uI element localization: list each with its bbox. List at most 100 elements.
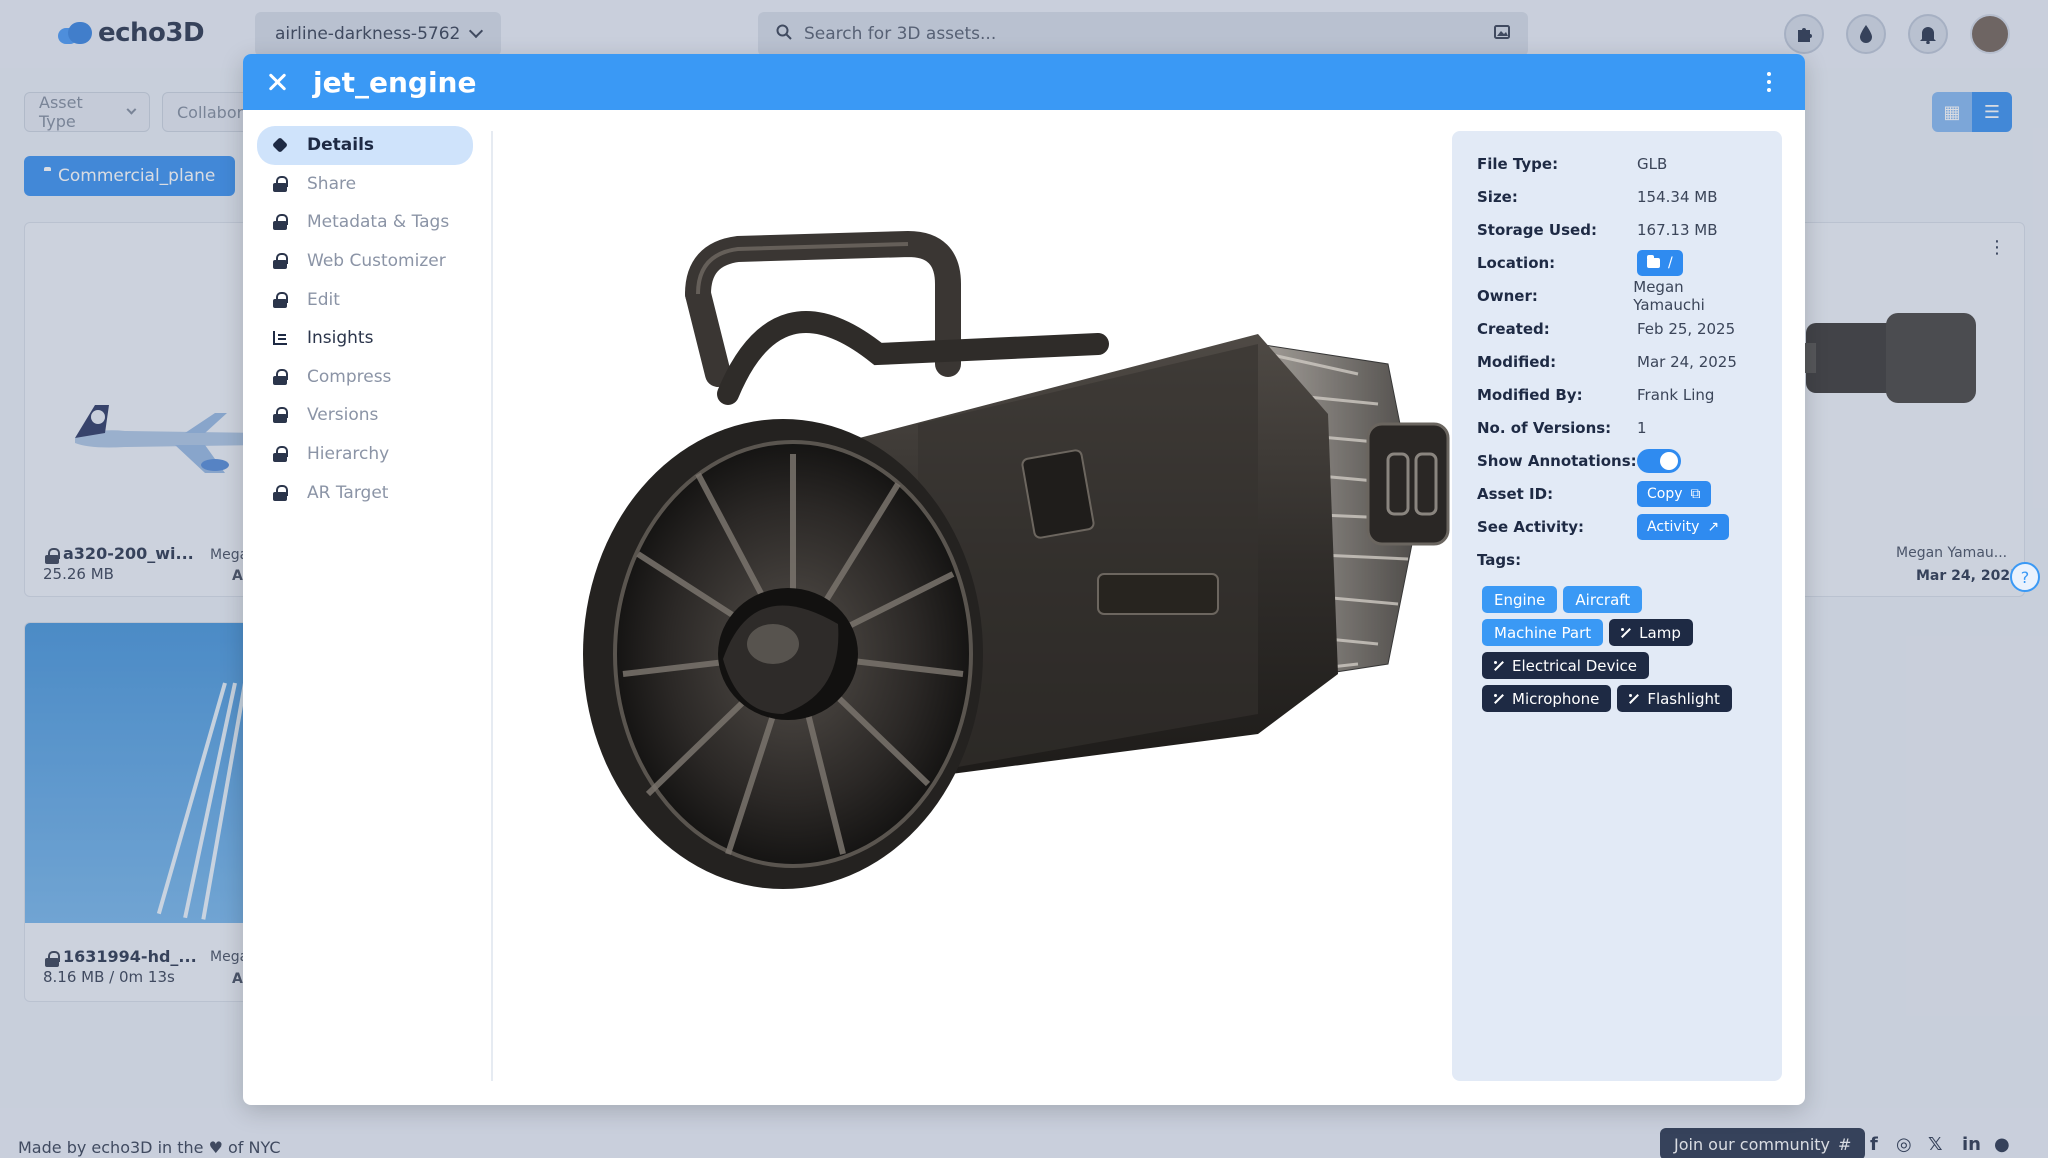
detail-value: Mar 24, 2025 [1637, 352, 1737, 371]
sidebar-item-label: AR Target [307, 482, 389, 503]
sidebar-item-share[interactable]: Share [257, 165, 473, 204]
more-options-icon[interactable] [1767, 72, 1771, 92]
detail-value: GLB [1637, 154, 1668, 173]
detail-value: Feb 25, 2025 [1637, 319, 1736, 338]
tag-label: Machine Part [1494, 623, 1592, 642]
detail-label: No. of Versions: [1477, 418, 1612, 437]
detail-value: Frank Ling [1637, 385, 1715, 404]
lock-icon [273, 484, 288, 501]
detail-label: File Type: [1477, 154, 1559, 173]
tag-label: Aircraft [1575, 590, 1631, 609]
copy-icon: ⧉ [1690, 485, 1701, 502]
tag-label: Engine [1494, 590, 1546, 609]
sidebar-item-label: Insights [307, 328, 374, 349]
lock-icon [273, 291, 288, 308]
details-panel: File Type: GLB Size: 154.34 MB Storage U… [1452, 131, 1782, 1081]
copy-label: Copy [1647, 485, 1683, 502]
detail-label: Modified: [1477, 352, 1557, 371]
sidebar-item-versions[interactable]: Versions [257, 396, 473, 435]
tag-chip[interactable]: Machine Part [1482, 619, 1604, 646]
activity-label: Activity [1647, 518, 1700, 535]
detail-value: 1 [1637, 418, 1647, 437]
sidebar-item-ar-target[interactable]: AR Target [257, 473, 473, 512]
detail-value: 154.34 MB [1637, 187, 1718, 206]
tag-chip[interactable]: Aircraft [1563, 586, 1643, 613]
sidebar-item-label: Share [307, 173, 357, 194]
modal-title: jet_engine [313, 65, 477, 99]
detail-label: Modified By: [1477, 385, 1583, 404]
lock-icon [273, 175, 288, 192]
detail-value: 167.13 MB [1637, 220, 1718, 239]
detail-size: Size: 154.34 MB [1477, 180, 1757, 213]
sidebar-item-details[interactable]: Details [257, 126, 473, 165]
tag-label: Microphone [1512, 689, 1600, 708]
detail-value: Megan Yamauchi [1633, 277, 1705, 314]
magic-wand-icon [1494, 660, 1504, 671]
activity-button[interactable]: Activity ↗ [1637, 513, 1730, 540]
lock-icon [273, 214, 288, 231]
detail-label: Created: [1477, 319, 1550, 338]
sidebar-item-label: Metadata & Tags [307, 212, 450, 233]
lock-icon [273, 368, 288, 385]
sidebar-divider [491, 131, 493, 1081]
location-path: / [1668, 254, 1673, 271]
ai-tag-chip[interactable]: Microphone [1482, 685, 1612, 712]
copy-asset-id-button[interactable]: Copy ⧉ [1637, 480, 1711, 507]
detail-modified-by: Modified By: Frank Ling [1477, 378, 1757, 411]
detail-label: Tags: [1477, 550, 1522, 569]
help-icon[interactable]: ? [2010, 562, 2040, 592]
detail-asset-id: Asset ID: Copy ⧉ [1477, 477, 1757, 510]
lock-icon [273, 253, 288, 270]
detail-label: Show Annotations: [1477, 451, 1637, 470]
chart-icon [273, 331, 287, 346]
lock-icon [273, 446, 288, 463]
tag-label: Electrical Device [1512, 656, 1638, 675]
folder-icon [1647, 254, 1660, 268]
magic-wand-icon [1629, 693, 1639, 704]
sidebar-item-hierarchy[interactable]: Hierarchy [257, 435, 473, 474]
detail-tags: Tags: [1477, 543, 1757, 576]
sidebar-item-label: Compress [307, 366, 392, 387]
detail-label: Location: [1477, 253, 1556, 272]
detail-owner: Owner: Megan Yamauchi [1477, 277, 1757, 314]
tag-chip[interactable]: Engine [1482, 586, 1558, 613]
detail-label: Size: [1477, 187, 1518, 206]
modal-sidebar: Details Share Metadata & Tags Web Custom… [257, 126, 473, 512]
detail-label: Asset ID: [1477, 484, 1554, 503]
ai-tag-chip[interactable]: Electrical Device [1482, 652, 1650, 679]
detail-file-type: File Type: GLB [1477, 147, 1757, 180]
sidebar-item-metadata[interactable]: Metadata & Tags [257, 203, 473, 242]
sidebar-item-label: Hierarchy [307, 444, 390, 465]
detail-created: Created: Feb 25, 2025 [1477, 312, 1757, 345]
line-chart-icon: ↗ [1707, 518, 1720, 535]
asset-details-modal: jet_engine Details Share Metadata & Tags… [243, 54, 1805, 1105]
detail-versions: No. of Versions: 1 [1477, 411, 1757, 444]
modal-header: jet_engine [243, 54, 1805, 110]
lock-icon [273, 407, 288, 424]
sidebar-item-edit[interactable]: Edit [257, 280, 473, 319]
sidebar-item-compress[interactable]: Compress [257, 358, 473, 397]
detail-location: Location: / [1477, 246, 1757, 279]
location-button[interactable]: / [1637, 249, 1683, 276]
ai-tag-chip[interactable]: Lamp [1609, 619, 1693, 646]
detail-storage: Storage Used: 167.13 MB [1477, 213, 1757, 246]
close-icon[interactable] [265, 70, 289, 94]
sidebar-item-label: Edit [307, 289, 340, 310]
tags-list: Engine Aircraft Machine Part Lamp Electr… [1482, 586, 1752, 712]
detail-annotations: Show Annotations: [1477, 444, 1757, 477]
sidebar-item-insights[interactable]: Insights [257, 319, 473, 358]
sidebar-item-label: Web Customizer [307, 251, 446, 272]
magic-wand-icon [1494, 693, 1504, 704]
show-annotations-toggle[interactable] [1637, 448, 1681, 473]
sidebar-item-label: Details [307, 135, 375, 156]
detail-label: See Activity: [1477, 517, 1585, 536]
sidebar-item-web-customizer[interactable]: Web Customizer [257, 242, 473, 281]
detail-modified: Modified: Mar 24, 2025 [1477, 345, 1757, 378]
ai-tag-chip[interactable]: Flashlight [1617, 685, 1732, 712]
cube-icon [272, 137, 288, 154]
tag-label: Flashlight [1647, 689, 1720, 708]
sidebar-item-label: Versions [307, 405, 379, 426]
detail-label: Storage Used: [1477, 220, 1597, 239]
detail-activity: See Activity: Activity ↗ [1477, 510, 1757, 543]
detail-label: Owner: [1477, 286, 1538, 305]
